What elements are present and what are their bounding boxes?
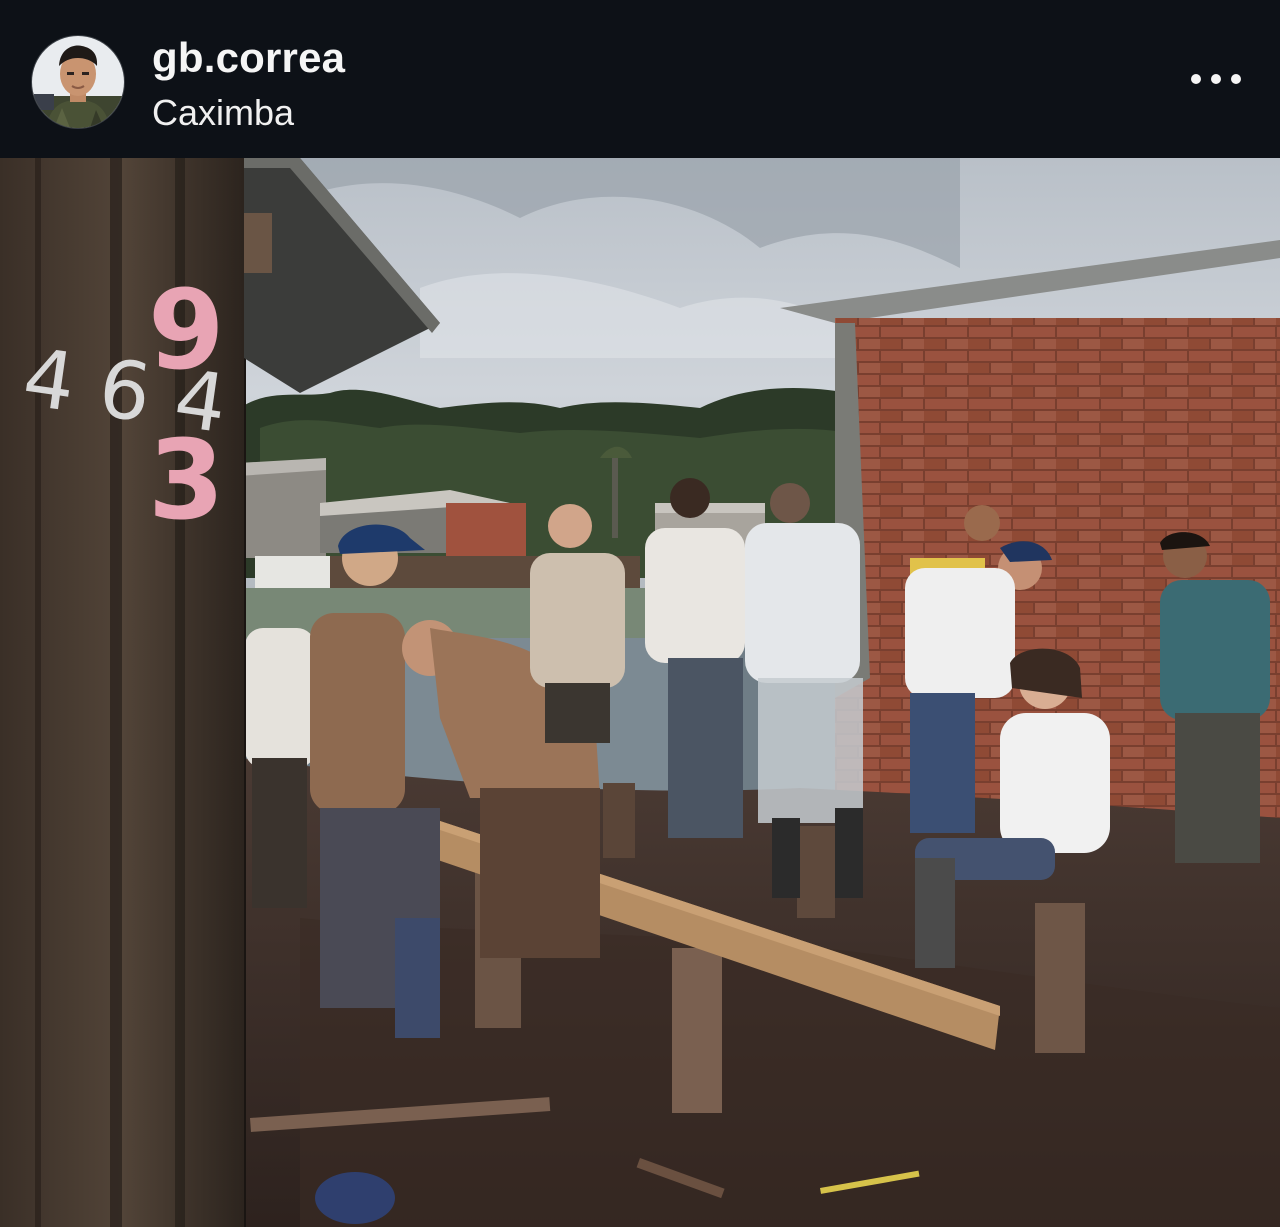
more-horizontal-icon: [1191, 74, 1241, 84]
wall-marking-pink: 9: [148, 266, 225, 394]
wall-marking-pink-2: 3: [148, 416, 225, 544]
instagram-post: gb.correa Caximba 4 6 4 9 3: [0, 0, 1280, 1227]
volunteers-mud-photo: 4 6 4 9 3: [0, 158, 1280, 1227]
post-header: gb.correa Caximba: [0, 0, 1280, 158]
location-link[interactable]: Caximba: [152, 92, 294, 134]
avatar[interactable]: [31, 35, 125, 129]
avatar-image: [32, 36, 124, 128]
post-photo[interactable]: 4 6 4 9 3: [0, 158, 1280, 1227]
more-options-button[interactable]: [1180, 55, 1252, 103]
username[interactable]: gb.correa: [152, 34, 345, 82]
